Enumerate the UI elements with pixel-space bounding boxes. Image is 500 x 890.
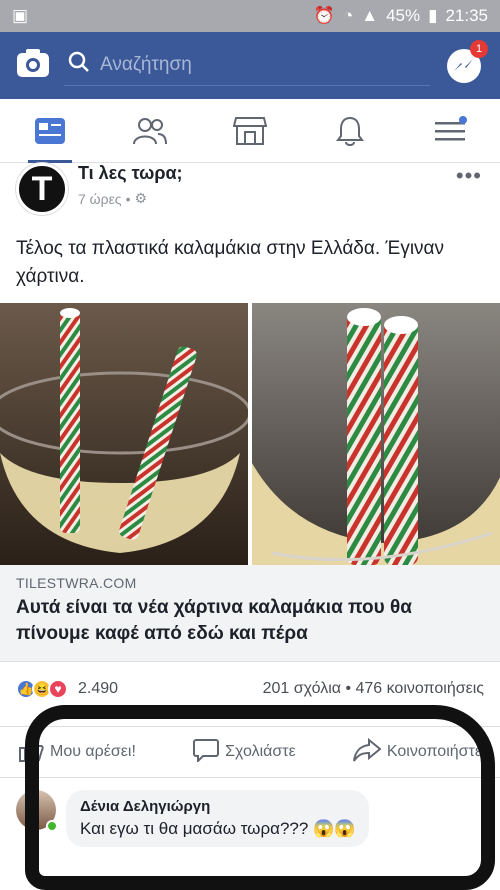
share-label: Κοινοποιήστε [386, 743, 482, 760]
page-avatar[interactable]: T [16, 163, 68, 215]
link-preview[interactable]: TILESTWRA.COM Αυτά είναι τα νέα χάρτινα … [0, 565, 500, 662]
online-status-indicator [46, 820, 58, 832]
post-image-left[interactable] [0, 303, 248, 565]
comment-label: Σχολιάστε [225, 743, 296, 760]
gear-icon: ⚙ [134, 190, 148, 206]
tab-news-feed[interactable] [20, 101, 80, 163]
post-author[interactable]: Τι λες τωρα; [78, 163, 183, 184]
tab-menu[interactable] [420, 101, 480, 161]
post-text: Τέλος τα πλαστικά καλαμάκια στην Ελλάδα.… [16, 238, 445, 287]
camera-icon[interactable] [16, 48, 50, 83]
commenter-avatar[interactable] [16, 790, 58, 832]
post-header: T Τι λες τωρα; 7 ώρες • ⚙ ••• [0, 163, 500, 229]
post-actions: Μου αρέσει! Σχολιάστε Κοινοποιήστε [0, 726, 500, 778]
tab-friends[interactable] [120, 101, 180, 161]
messenger-badge: 1 [470, 39, 488, 58]
status-bar: ▣ ⏰ ◔ ▲ 45% ▮ 21:35 [0, 0, 500, 32]
search-placeholder: Αναζήτηση [100, 54, 192, 75]
battery-icon: ▮ [428, 6, 438, 25]
like-label: Μου αρέσει! [50, 743, 136, 760]
messenger-button[interactable]: 1 [444, 39, 488, 86]
post-images[interactable] [0, 303, 500, 565]
reactions-summary[interactable]: 👍 😆 ♥ 2.490 [16, 679, 118, 699]
comment-icon [193, 738, 220, 767]
alarm-icon: ⏰ [313, 6, 335, 25]
signal-icon: ▲ [361, 6, 379, 25]
like-button[interactable]: Μου αρέσει! [18, 737, 136, 768]
friends-icon [133, 117, 167, 144]
search-input[interactable]: Αναζήτηση [64, 46, 430, 86]
post-stats: 👍 😆 ♥ 2.490 201 σχόλια • 476 κοινοποιήσε… [0, 662, 500, 716]
reactions-count: 2.490 [78, 680, 119, 697]
tab-marketplace[interactable] [220, 101, 280, 161]
image-notification-icon: ▣ [12, 6, 29, 25]
post-image-right[interactable] [252, 303, 500, 565]
comment-button[interactable]: Σχολιάστε [193, 738, 296, 767]
wifi-icon: ◔ [342, 6, 354, 25]
link-title: Αυτά είναι τα νέα χάρτινα καλαμάκια που … [16, 597, 412, 644]
search-icon [68, 51, 90, 79]
bell-icon [336, 116, 364, 146]
link-domain: TILESTWRA.COM [16, 575, 137, 591]
tab-notifications[interactable] [320, 101, 380, 161]
love-reaction-icon: ♥ [48, 679, 68, 699]
commenter-name[interactable]: Δένια Δεληγιώργη [80, 798, 355, 815]
news-feed-icon [35, 117, 65, 144]
comment-text: Και εγω τι θα μασάω τωρα??? 😱😱 [80, 819, 356, 838]
share-icon [352, 737, 382, 767]
battery-percent: 45% [386, 6, 421, 25]
like-icon [18, 737, 44, 768]
separator-dot: • [125, 190, 131, 207]
comment-item: Δένια Δεληγιώργη Και εγω τι θα μασάω τωρ… [0, 778, 500, 859]
clock: 21:35 [445, 6, 488, 25]
post-options-icon[interactable]: ••• [456, 163, 482, 189]
menu-icon [435, 115, 467, 140]
post: T Τι λες τωρα; 7 ώρες • ⚙ ••• Τέλος τα π… [0, 163, 500, 859]
comment-bubble[interactable]: Δένια Δεληγιώργη Και εγω τι θα μασάω τωρ… [66, 790, 370, 847]
top-navbar: Αναζήτηση 1 [0, 32, 500, 99]
tab-bar [0, 99, 500, 163]
post-time[interactable]: 7 ώρες [78, 191, 122, 207]
marketplace-icon [233, 116, 267, 145]
comments-shares[interactable]: 201 σχόλια • 476 κοινοποιήσεις [263, 680, 484, 698]
share-button[interactable]: Κοινοποιήστε [352, 737, 482, 767]
